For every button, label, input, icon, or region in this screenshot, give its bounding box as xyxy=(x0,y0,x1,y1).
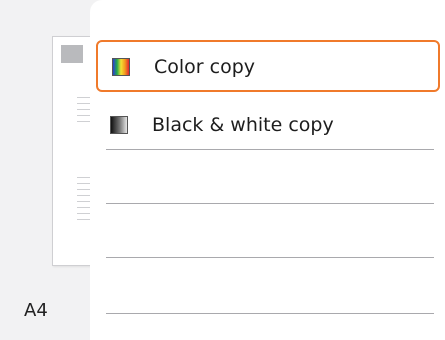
paper-size-label: A4 xyxy=(24,300,48,321)
option-label: Color copy xyxy=(154,56,256,78)
grayscale-swatch-icon xyxy=(110,116,128,134)
copy-preview-pane: A4 xyxy=(0,0,114,340)
list-divider xyxy=(106,313,434,314)
option-black-white-copy[interactable]: Black & white copy xyxy=(96,100,440,152)
color-swatch-icon xyxy=(112,58,130,76)
preview-image-block xyxy=(61,45,83,63)
list-divider xyxy=(106,203,434,204)
copy-mode-screen: A4 Color copy Black & white copy xyxy=(0,0,445,340)
list-divider xyxy=(106,257,434,258)
copy-mode-list: Color copy Black & white copy xyxy=(90,0,445,340)
option-color-copy[interactable]: Color copy xyxy=(96,40,440,92)
list-divider xyxy=(106,149,434,150)
option-label: Black & white copy xyxy=(152,114,334,136)
